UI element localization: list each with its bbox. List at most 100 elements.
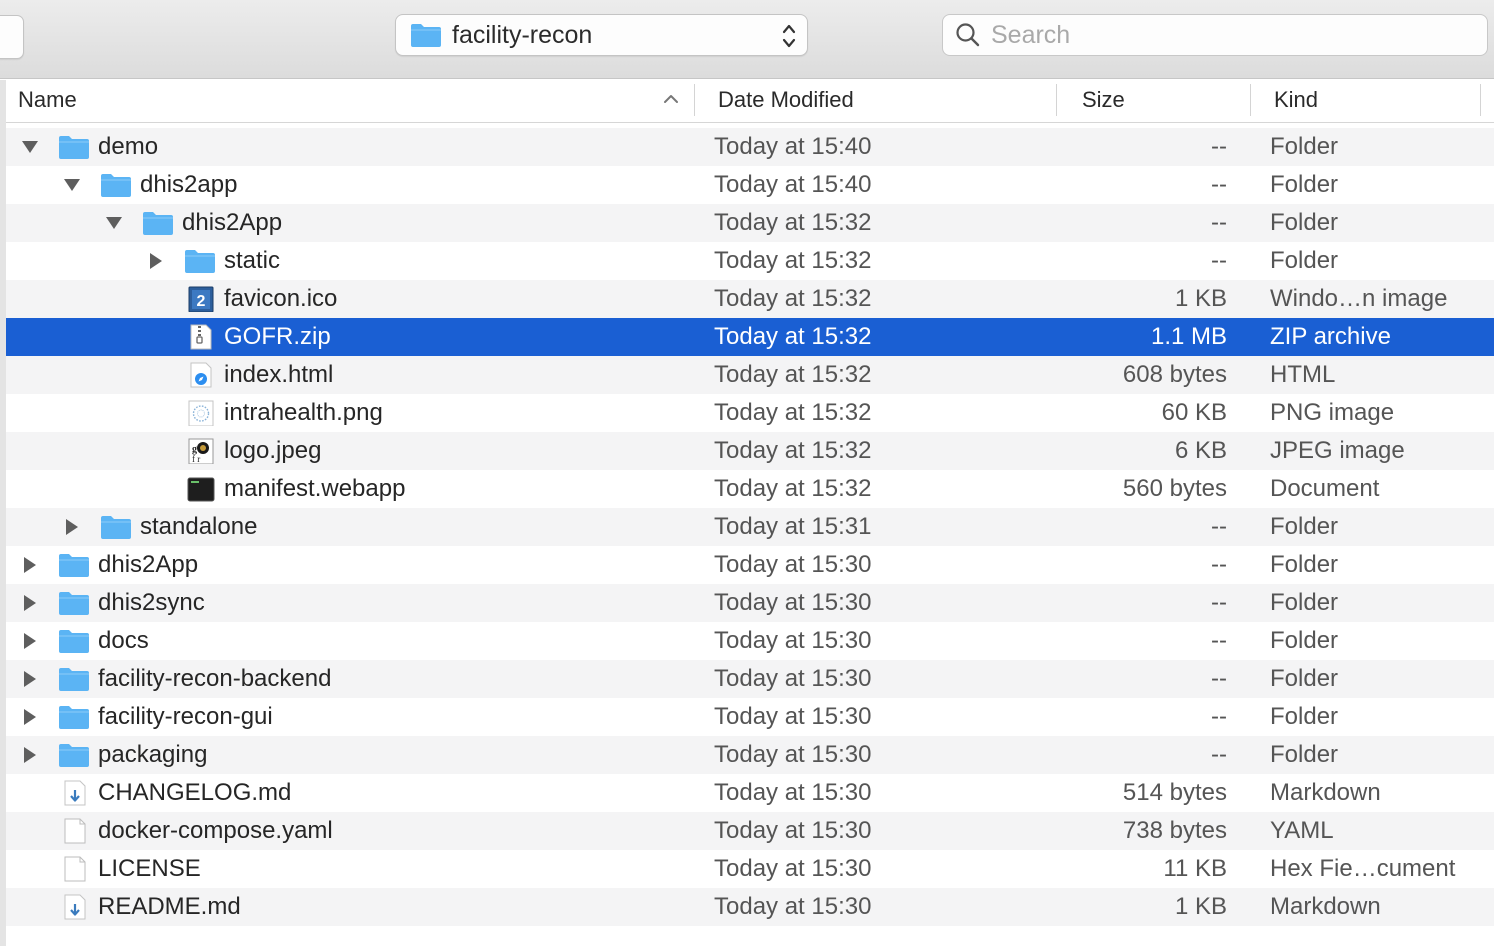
list-item[interactable]: dhis2App Today at 15:30 -- Folder bbox=[6, 546, 1494, 584]
list-item[interactable]: dhis2App Today at 15:32 -- Folder bbox=[6, 204, 1494, 242]
column-divider[interactable] bbox=[1250, 84, 1251, 116]
disclosure-collapsed-button[interactable] bbox=[18, 736, 42, 774]
triangle-right-icon bbox=[66, 519, 78, 535]
disclosure-collapsed-button[interactable] bbox=[144, 242, 168, 280]
date-modified: Today at 15:32 bbox=[714, 323, 872, 350]
date-modified: Today at 15:30 bbox=[714, 817, 872, 844]
markdown-file-icon bbox=[58, 780, 90, 806]
folder-icon bbox=[101, 516, 131, 539]
file-size: 11 KB bbox=[1163, 855, 1227, 882]
column-date-modified[interactable]: Date Modified bbox=[718, 80, 1048, 122]
date-modified: Today at 15:30 bbox=[714, 665, 872, 692]
folder-icon bbox=[58, 134, 90, 160]
file-size: -- bbox=[1211, 209, 1227, 236]
column-name[interactable]: Name bbox=[18, 80, 698, 122]
list-item[interactable]: standalone Today at 15:31 -- Folder bbox=[6, 508, 1494, 546]
list-item[interactable]: demo Today at 15:40 -- Folder bbox=[6, 128, 1494, 166]
path-popup-button[interactable]: facility-recon bbox=[395, 14, 808, 56]
disclosure-expanded-button[interactable] bbox=[18, 128, 42, 166]
svg-text:2: 2 bbox=[197, 293, 206, 310]
disclosure-expanded-button[interactable] bbox=[102, 204, 126, 242]
date-modified: Today at 15:30 bbox=[714, 779, 872, 806]
folder-icon bbox=[185, 250, 215, 273]
file-size: -- bbox=[1211, 247, 1227, 274]
triangle-right-icon bbox=[24, 709, 36, 725]
file-kind: Document bbox=[1270, 475, 1380, 502]
file-kind: ZIP archive bbox=[1270, 323, 1391, 350]
disclosure-collapsed-button[interactable] bbox=[18, 546, 42, 584]
file-size: -- bbox=[1211, 665, 1227, 692]
triangle-right-icon bbox=[24, 595, 36, 611]
list-item[interactable]: facility-recon-gui Today at 15:30 -- Folder bbox=[6, 698, 1494, 736]
date-modified: Today at 15:32 bbox=[714, 247, 872, 274]
folder-icon bbox=[58, 666, 90, 692]
file-size: 6 KB bbox=[1174, 437, 1227, 464]
file-name: intrahealth.png bbox=[224, 399, 383, 426]
folder-icon bbox=[58, 590, 90, 616]
folder-icon bbox=[100, 172, 132, 198]
file-name: standalone bbox=[140, 513, 258, 540]
list-item[interactable]: index.html Today at 15:32 608 bytes HTML bbox=[6, 356, 1494, 394]
list-item[interactable]: LICENSE Today at 15:30 11 KB Hex Fie…cument bbox=[6, 850, 1494, 888]
disclosure-collapsed-button[interactable] bbox=[18, 584, 42, 622]
list-item[interactable]: static Today at 15:32 -- Folder bbox=[6, 242, 1494, 280]
file-size: -- bbox=[1211, 741, 1227, 768]
file-size: -- bbox=[1211, 627, 1227, 654]
list-item[interactable]: GOFR.zip Today at 15:32 1.1 MB ZIP archive bbox=[6, 318, 1494, 356]
disclosure-expanded-button[interactable] bbox=[60, 166, 84, 204]
back-button[interactable] bbox=[0, 15, 24, 59]
file-name: static bbox=[224, 247, 281, 274]
column-divider[interactable] bbox=[694, 84, 695, 116]
file-name: dhis2sync bbox=[98, 589, 205, 616]
file-size: 514 bytes bbox=[1122, 779, 1227, 806]
list-item[interactable]: dhis2app Today at 15:40 -- Folder bbox=[6, 166, 1494, 204]
list-item[interactable]: CHANGELOG.md Today at 15:30 514 bytes Markd… bbox=[6, 774, 1494, 812]
column-kind[interactable]: Kind bbox=[1274, 80, 1474, 122]
list-item[interactable]: intrahealth.png Today at 15:32 60 KB PNG im… bbox=[6, 394, 1494, 432]
file-name: README.md bbox=[98, 893, 241, 920]
search-input[interactable] bbox=[991, 20, 1471, 50]
triangle-right-icon bbox=[24, 557, 36, 573]
disclosure-collapsed-button[interactable] bbox=[18, 622, 42, 660]
column-kind-label: Kind bbox=[1274, 87, 1319, 112]
file-kind: Folder bbox=[1270, 627, 1339, 654]
column-name-label: Name bbox=[18, 87, 77, 112]
file-name: facility-recon-gui bbox=[98, 703, 273, 730]
triangle-right-icon bbox=[24, 671, 36, 687]
file-kind: Windo…n image bbox=[1270, 285, 1448, 312]
file-size: -- bbox=[1211, 133, 1227, 160]
list-item[interactable]: docs Today at 15:30 -- Folder bbox=[6, 622, 1494, 660]
list-item[interactable]: facility-recon-backend Today at 15:30 -- Fo… bbox=[6, 660, 1494, 698]
file-name: CHANGELOG.md bbox=[98, 779, 292, 806]
file-kind: Folder bbox=[1270, 171, 1339, 198]
list-item[interactable]: 2 favicon.ico Today at 15:32 1 KB Windo…n im… bbox=[6, 280, 1494, 318]
date-modified: Today at 15:32 bbox=[714, 437, 872, 464]
column-size-label: Size bbox=[1082, 87, 1125, 112]
column-size[interactable]: Size bbox=[1082, 80, 1242, 122]
file-name: demo bbox=[98, 133, 159, 160]
list-item[interactable]: docker-compose.yaml Today at 15:30 738 byt… bbox=[6, 812, 1494, 850]
file-size: 560 bytes bbox=[1122, 475, 1227, 502]
file-name: logo.jpeg bbox=[224, 437, 322, 464]
disclosure-collapsed-button[interactable] bbox=[60, 508, 84, 546]
triangle-down-icon bbox=[64, 179, 80, 191]
search-icon bbox=[956, 23, 980, 47]
disclosure-collapsed-button[interactable] bbox=[18, 698, 42, 736]
file-kind: Folder bbox=[1270, 133, 1339, 160]
list-item[interactable]: gf r logo.jpeg Today at 15:32 6 KB JPEG imag… bbox=[6, 432, 1494, 470]
folder-icon bbox=[184, 248, 216, 274]
column-divider[interactable] bbox=[1480, 84, 1481, 116]
list-item[interactable]: packaging Today at 15:30 -- Folder bbox=[6, 736, 1494, 774]
folder-icon bbox=[58, 552, 90, 578]
column-date-label: Date Modified bbox=[718, 87, 854, 112]
document-icon bbox=[58, 856, 90, 882]
disclosure-collapsed-button[interactable] bbox=[18, 660, 42, 698]
list-item[interactable]: manifest.webapp Today at 15:32 560 bytes Do… bbox=[6, 470, 1494, 508]
list-item[interactable]: dhis2sync Today at 15:30 -- Folder bbox=[6, 584, 1494, 622]
jpeg-image-icon: gf r bbox=[184, 438, 216, 465]
list-item[interactable]: README.md Today at 15:30 1 KB Markdown bbox=[6, 888, 1494, 926]
file-name: facility-recon-backend bbox=[98, 665, 332, 692]
date-modified: Today at 15:32 bbox=[714, 285, 872, 312]
search-field[interactable] bbox=[942, 14, 1488, 56]
column-divider[interactable] bbox=[1056, 84, 1057, 116]
